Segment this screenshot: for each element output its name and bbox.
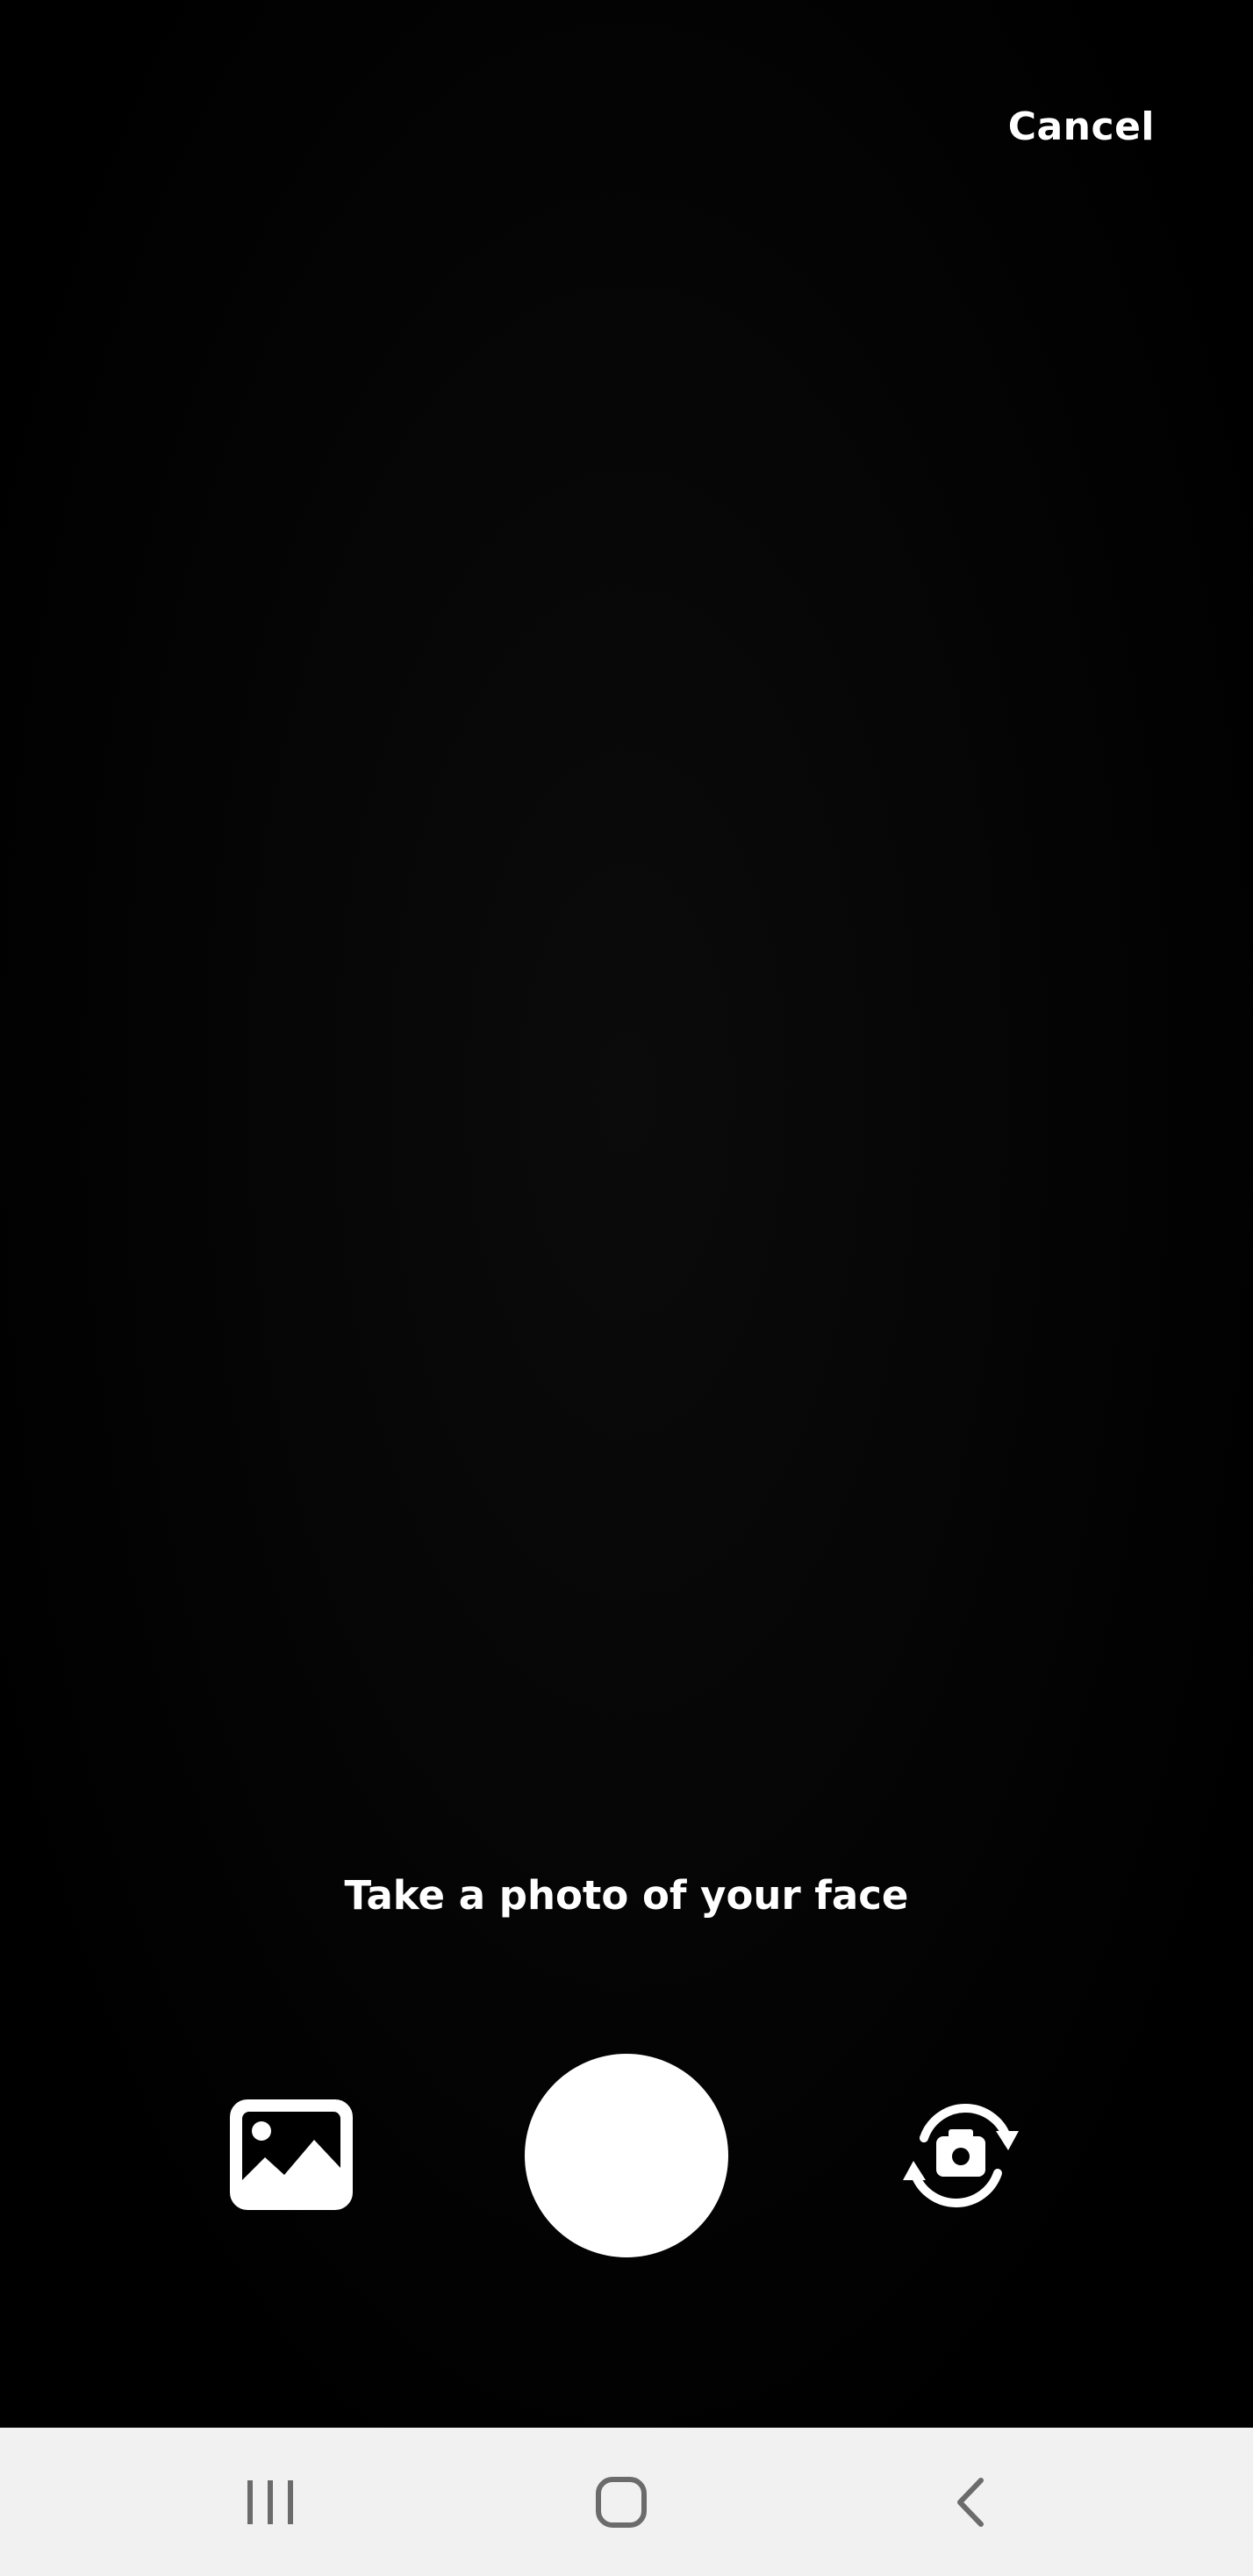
recents-icon (247, 2479, 293, 2524)
instruction-text: Take a photo of your face (344, 1872, 909, 1919)
system-navigation-bar (0, 2428, 1253, 2576)
cancel-button[interactable]: Cancel (1008, 97, 1155, 158)
gallery-icon (230, 2099, 353, 2210)
gallery-button[interactable] (230, 2099, 353, 2210)
shutter-button[interactable] (525, 2054, 728, 2257)
flip-camera-icon (903, 2104, 1019, 2207)
home-button[interactable] (551, 2428, 691, 2576)
home-icon (596, 2476, 647, 2528)
back-icon (957, 2477, 984, 2527)
back-button[interactable] (900, 2428, 1041, 2576)
flip-camera-button[interactable] (898, 2092, 1024, 2219)
camera-screen: Cancel Take a photo of your face (0, 0, 1253, 2576)
recents-button[interactable] (200, 2428, 340, 2576)
